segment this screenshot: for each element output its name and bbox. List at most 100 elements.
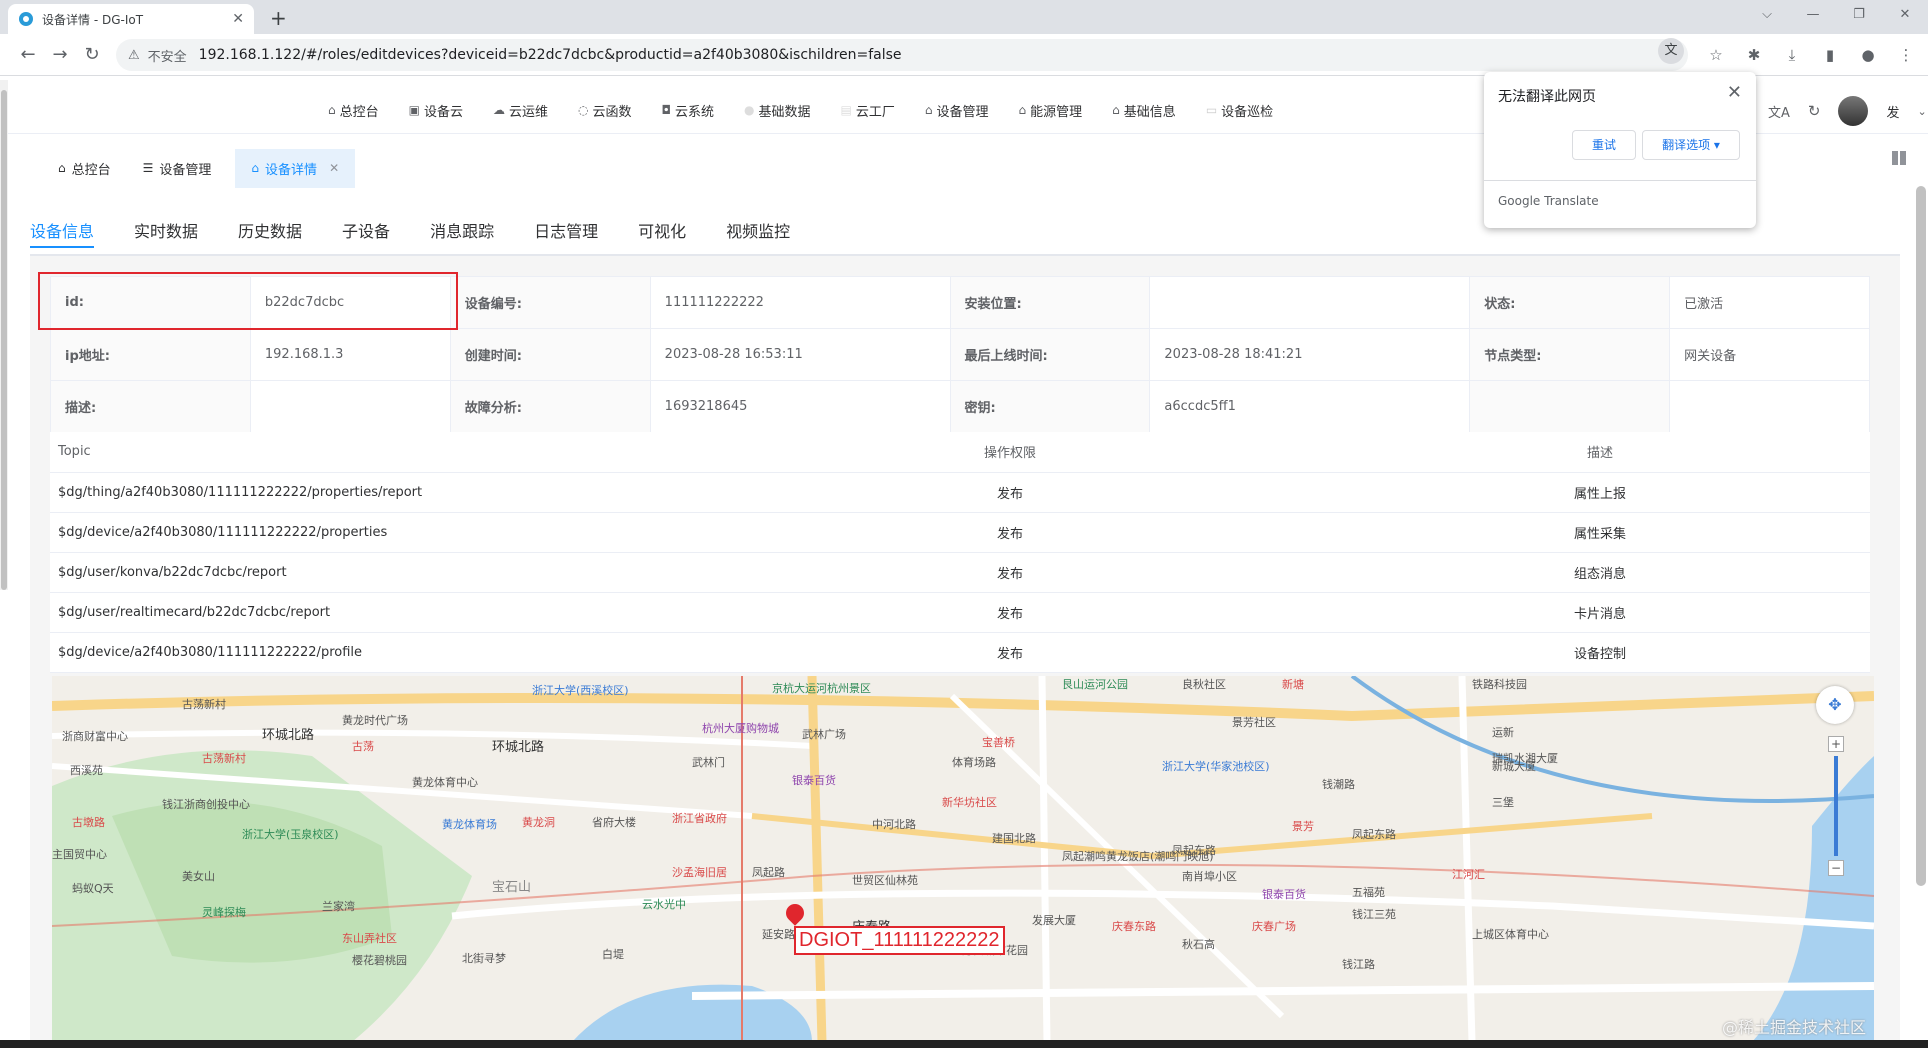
tag-device-detail[interactable]: ⌂ 设备详情 ✕ bbox=[235, 148, 356, 188]
map-label: 良秋社区 bbox=[1182, 678, 1226, 691]
permission-cell: 发布 bbox=[690, 552, 1330, 593]
browser-tab[interactable]: 设备详情 - DG-IoT ✕ bbox=[8, 4, 254, 34]
sidepanel-icon[interactable]: ▮ bbox=[1818, 43, 1842, 67]
map-label: 兰家湾 bbox=[322, 900, 355, 913]
menu-item[interactable]: ◘ 云系统 bbox=[662, 101, 715, 120]
tab-history-data[interactable]: 历史数据 bbox=[238, 218, 302, 248]
extensions-icon[interactable]: ✱ bbox=[1742, 43, 1766, 67]
map-label: 古荡新村 bbox=[202, 752, 246, 765]
language-icon[interactable]: 文A bbox=[1768, 102, 1790, 121]
close-tab-icon[interactable]: ✕ bbox=[232, 11, 244, 27]
refresh-icon[interactable]: ↻ bbox=[1808, 102, 1821, 120]
grid-icon[interactable] bbox=[1892, 151, 1906, 165]
tab-device-info[interactable]: 设备信息 bbox=[30, 218, 95, 248]
menu-item[interactable]: ● 基础数据 bbox=[744, 101, 811, 120]
map-label: 古荡新村 bbox=[182, 698, 226, 711]
factory-icon: ▤ bbox=[840, 103, 852, 117]
app-favicon-icon bbox=[19, 12, 33, 26]
menu-item[interactable]: ☁ 云运维 bbox=[493, 101, 548, 120]
map-label: 延安路 bbox=[762, 928, 795, 941]
menu-item[interactable]: ▣ 设备云 bbox=[409, 101, 463, 120]
menu-item[interactable]: ⌂ 总控台 bbox=[328, 101, 379, 120]
minimize-icon[interactable]: — bbox=[1790, 0, 1836, 30]
install-location-value bbox=[1149, 276, 1471, 329]
close-icon[interactable]: ✕ bbox=[329, 161, 339, 175]
desc-label: 创建时间: bbox=[449, 328, 651, 381]
permission-cell: 发布 bbox=[690, 512, 1330, 553]
bookmark-star-icon[interactable]: ☆ bbox=[1704, 43, 1728, 67]
tab-sub-device[interactable]: 子设备 bbox=[342, 218, 390, 248]
map-label: 灵峰探梅 bbox=[202, 906, 246, 919]
user-name[interactable]: 发 bbox=[1886, 102, 1899, 121]
menu-item[interactable]: ⌂ 能源管理 bbox=[1019, 101, 1083, 120]
menu-item[interactable]: ▭ 设备巡检 bbox=[1206, 101, 1273, 120]
map-label: 西溪苑 bbox=[70, 764, 103, 777]
map-label: 新城大厦 bbox=[1492, 760, 1536, 773]
detail-tabs: 设备信息 实时数据 历史数据 子设备 消息跟踪 日志管理 可视化 视频监控 bbox=[30, 218, 830, 248]
tab-realtime-data[interactable]: 实时数据 bbox=[134, 218, 198, 248]
tab-visualization[interactable]: 可视化 bbox=[638, 218, 686, 248]
close-icon[interactable]: ✕ bbox=[1727, 82, 1742, 103]
status-value: 已激活 bbox=[1669, 276, 1870, 329]
translate-icon[interactable]: 文 bbox=[1658, 38, 1684, 64]
zoom-out-icon[interactable]: − bbox=[1828, 860, 1844, 876]
tag-dashboard[interactable]: ⌂ 总控台 bbox=[58, 159, 111, 178]
menu-item[interactable]: ⌂ 基础信息 bbox=[1112, 101, 1176, 120]
retry-button[interactable]: 重试 bbox=[1572, 130, 1636, 160]
avatar[interactable] bbox=[1838, 96, 1869, 126]
browser-menu-icon[interactable]: ⋮ bbox=[1894, 43, 1918, 67]
map-label: 庆春广场 bbox=[1252, 920, 1296, 933]
secret-key-value: a6ccdc5ff1 bbox=[1149, 380, 1471, 433]
cloud-system-icon: ◘ bbox=[661, 103, 672, 117]
menu-item[interactable]: ◌ 云函数 bbox=[578, 101, 632, 120]
translate-options-button[interactable]: 翻译选项 ▾ bbox=[1642, 130, 1740, 160]
energy-icon: ⌂ bbox=[1018, 103, 1027, 117]
reload-icon[interactable]: ↻ bbox=[80, 43, 104, 67]
device-map[interactable]: 古荡新村 黄龙时代广场 浙江大学(西溪校区) 京杭大运河杭州景区 艮山运河公园 … bbox=[52, 676, 1874, 1042]
map-pan-icon[interactable]: ✥ bbox=[1816, 686, 1854, 724]
window-close-icon[interactable]: ✕ bbox=[1882, 0, 1928, 30]
map-label: 南肖埠小区 bbox=[1182, 870, 1237, 883]
translate-popup-title: 无法翻译此网页 bbox=[1498, 89, 1596, 105]
zoom-slider[interactable] bbox=[1834, 756, 1838, 856]
map-label: 体育场路 bbox=[952, 756, 996, 769]
map-marker-label[interactable]: DGIOT_111111222222 bbox=[794, 926, 1005, 955]
tab-search-icon[interactable]: ⌵ bbox=[1744, 0, 1790, 30]
security-status: 不安全 bbox=[147, 49, 187, 65]
toolbar-actions: ⇗ ☆ ✱ ⤓ ▮ ● ⋮ bbox=[1666, 43, 1918, 67]
column-header: 描述 bbox=[1330, 432, 1870, 473]
map-label: 景芳 bbox=[1292, 820, 1314, 833]
profile-icon[interactable]: ● bbox=[1856, 43, 1880, 67]
restore-icon[interactable]: ❐ bbox=[1836, 0, 1882, 30]
desc-row: 描述: 故障分析: 1693218645 密钥: a6ccdc5ff1 bbox=[50, 380, 1870, 433]
tab-message-trace[interactable]: 消息跟踪 bbox=[430, 218, 494, 248]
download-icon[interactable]: ⤓ bbox=[1780, 43, 1804, 67]
description-value bbox=[249, 380, 451, 433]
map-label: 建国北路 bbox=[992, 832, 1036, 845]
tag-device-manage[interactable]: ☰ 设备管理 bbox=[143, 159, 212, 178]
map-label: 银泰百货 bbox=[792, 774, 836, 787]
cloud-device-icon: ▣ bbox=[408, 103, 420, 117]
window-controls: ⌵ — ❐ ✕ bbox=[1744, 0, 1928, 30]
map-label: 环城北路 bbox=[492, 740, 545, 755]
browser-tab-strip: 设备详情 - DG-IoT ✕ + ⌵ — ❐ ✕ bbox=[0, 0, 1928, 34]
scrollbar-thumb[interactable] bbox=[1, 90, 7, 590]
left-scrollbar[interactable] bbox=[0, 80, 8, 590]
menu-item[interactable]: ▤ 云工厂 bbox=[841, 101, 895, 120]
new-tab-icon[interactable]: + bbox=[270, 6, 287, 30]
device-number-value: 111111222222 bbox=[649, 276, 951, 329]
page-scrollbar[interactable] bbox=[1916, 186, 1926, 886]
table-row: $dg/user/realtimecard/b22dc7dcbc/report 发… bbox=[50, 592, 1870, 633]
map-label: 美女山 bbox=[182, 870, 215, 883]
address-bar[interactable]: ⚠ 不安全 192.168.1.122/#/roles/editdevices?… bbox=[116, 39, 1688, 71]
back-icon[interactable]: ← bbox=[16, 43, 40, 67]
chevron-down-icon[interactable]: ⌄ bbox=[1918, 105, 1927, 118]
zoom-in-icon[interactable]: + bbox=[1828, 736, 1844, 752]
tab-video-monitor[interactable]: 视频监控 bbox=[726, 218, 790, 248]
map-label: 云水光中 bbox=[642, 898, 686, 911]
menu-item[interactable]: ⌂ 设备管理 bbox=[925, 101, 989, 120]
data-icon: ● bbox=[744, 103, 755, 117]
map-label: 东山弄社区 bbox=[342, 932, 397, 945]
tab-log-manage[interactable]: 日志管理 bbox=[534, 218, 598, 248]
forward-icon[interactable]: → bbox=[48, 43, 72, 67]
